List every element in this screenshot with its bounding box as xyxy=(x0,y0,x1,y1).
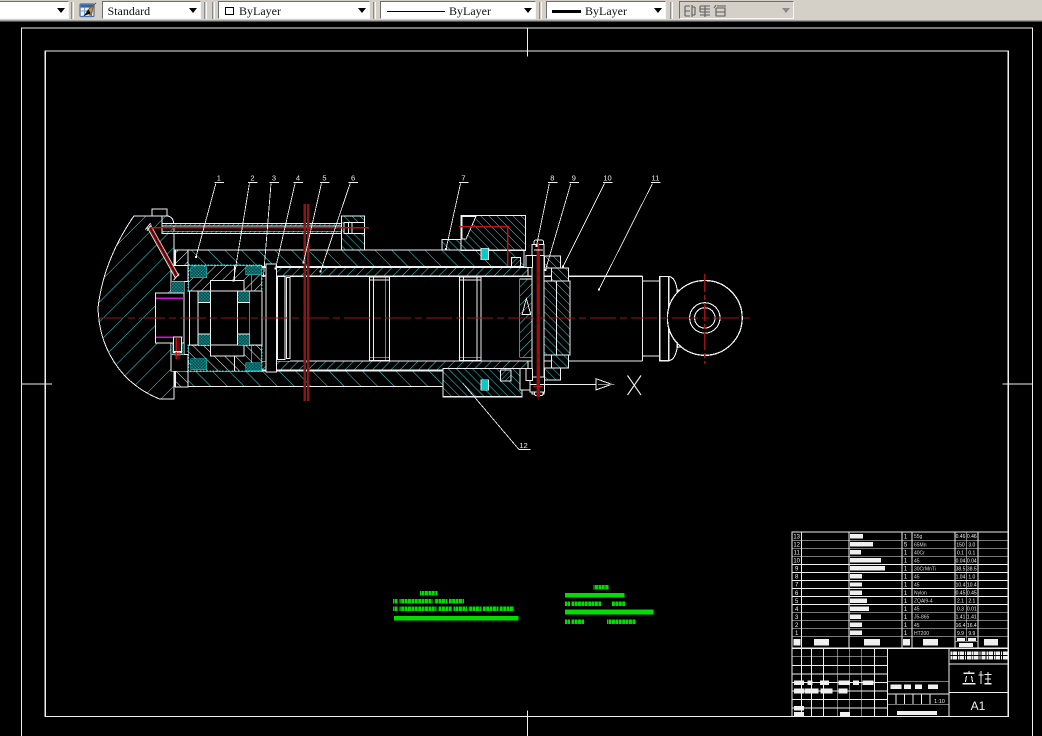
svg-text:1:10: 1:10 xyxy=(934,699,945,705)
svg-text:3: 3 xyxy=(272,174,276,183)
svg-text:A1: A1 xyxy=(971,699,986,713)
svg-text:38.5: 38.5 xyxy=(956,566,966,572)
svg-text:8: 8 xyxy=(550,174,554,183)
svg-text:10.4: 10.4 xyxy=(956,583,966,589)
svg-text:3.0: 3.0 xyxy=(968,542,975,548)
svg-text:Nylon: Nylon xyxy=(914,591,927,597)
svg-text:10.4: 10.4 xyxy=(967,583,977,589)
svg-text:1.41: 1.41 xyxy=(967,615,977,621)
svg-text:45: 45 xyxy=(914,607,920,613)
svg-text:0.45: 0.45 xyxy=(967,591,977,597)
svg-text:2.1: 2.1 xyxy=(968,599,975,605)
svg-text:10: 10 xyxy=(603,174,611,183)
svg-text:9.9: 9.9 xyxy=(957,631,964,637)
svg-text:10: 10 xyxy=(793,559,800,565)
svg-text:16.4: 16.4 xyxy=(967,623,977,629)
svg-text:0.46: 0.46 xyxy=(956,534,966,540)
svg-text:0.46: 0.46 xyxy=(967,534,977,540)
svg-text:9: 9 xyxy=(572,174,576,183)
svg-text:1.04: 1.04 xyxy=(956,574,966,580)
svg-text:1.0: 1.0 xyxy=(968,574,975,580)
svg-text:45: 45 xyxy=(914,623,920,629)
svg-text:0.45: 0.45 xyxy=(956,591,966,597)
svg-text:0.1: 0.1 xyxy=(957,550,964,556)
svg-text:0.1: 0.1 xyxy=(968,550,975,556)
svg-text:11: 11 xyxy=(652,174,660,183)
svg-text:4: 4 xyxy=(296,174,300,183)
svg-text:0.3: 0.3 xyxy=(957,607,964,613)
svg-text:9.9: 9.9 xyxy=(968,631,975,637)
svg-text:1.41: 1.41 xyxy=(956,615,966,621)
svg-text:1: 1 xyxy=(217,174,221,183)
svg-text:6: 6 xyxy=(351,174,355,183)
svg-text:2: 2 xyxy=(250,174,254,183)
svg-text:45: 45 xyxy=(914,583,920,589)
svg-text:16.4: 16.4 xyxy=(956,623,966,629)
svg-text:7: 7 xyxy=(461,174,465,183)
svg-text:38.5: 38.5 xyxy=(967,566,977,572)
svg-text:0.04: 0.04 xyxy=(967,558,977,564)
svg-text:30CrMnTi: 30CrMnTi xyxy=(914,566,936,572)
svg-text:12: 12 xyxy=(519,441,527,450)
svg-text:150: 150 xyxy=(956,542,965,548)
svg-text:5: 5 xyxy=(322,174,326,183)
svg-text:55g: 55g xyxy=(914,534,923,540)
svg-text:0.01: 0.01 xyxy=(967,607,977,613)
svg-text:J5-865: J5-865 xyxy=(914,615,930,621)
svg-text:45: 45 xyxy=(914,574,920,580)
svg-text:2.1: 2.1 xyxy=(957,599,964,605)
svg-text:13: 13 xyxy=(793,534,800,540)
svg-text:HT200: HT200 xyxy=(914,631,929,637)
svg-text:ZQAl9-4: ZQAl9-4 xyxy=(914,599,933,605)
svg-text:40Cr: 40Cr xyxy=(914,550,925,556)
svg-text:12: 12 xyxy=(793,542,800,548)
svg-text:45: 45 xyxy=(914,558,920,564)
svg-text:11: 11 xyxy=(794,551,801,557)
svg-text:0.04: 0.04 xyxy=(956,558,966,564)
svg-text:65Mn: 65Mn xyxy=(914,542,927,548)
